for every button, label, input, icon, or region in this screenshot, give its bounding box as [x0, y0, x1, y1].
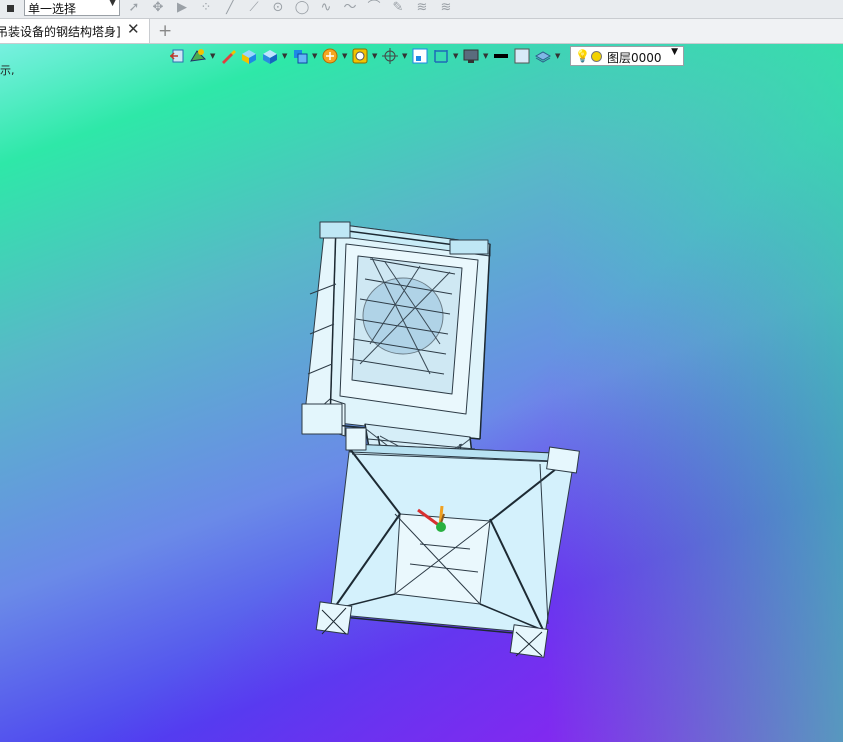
close-icon[interactable]: ✕ [127, 20, 140, 38]
3d-viewport[interactable]: 示, ▼ ▼ ▼ ▼ ▼ ▼ ▼ ▼ ▼ 💡 图层0000 ▼ [0, 44, 843, 742]
chevron-down-icon: ▼ [109, 0, 116, 8]
layer-stack-2-icon[interactable]: ≋ [438, 0, 454, 16]
steel-tower-model[interactable] [0, 44, 843, 742]
circle-icon[interactable]: ◯ [294, 0, 310, 16]
add-tab-button[interactable]: + [158, 21, 172, 41]
point-snap-icon[interactable]: ⁘ [198, 0, 214, 16]
arc-icon[interactable]: ⌒ [366, 0, 382, 16]
document-tab-bar: 吊装设备的钢结构塔身] ✕ + [0, 19, 843, 44]
line-icon[interactable]: ╱ [222, 0, 238, 16]
circle-center-icon[interactable]: ⊙ [270, 0, 286, 16]
tower-model-group [301, 221, 580, 658]
document-tab-title: 吊装设备的钢结构塔身] [0, 25, 121, 39]
stop-icon[interactable] [4, 2, 16, 14]
selection-mode-dropdown[interactable]: 单一选择 ▼ [24, 0, 120, 16]
play-icon[interactable]: ▶ [174, 0, 190, 16]
document-tab[interactable]: 吊装设备的钢结构塔身] ✕ [0, 19, 150, 43]
selection-mode-value: 单一选择 [28, 2, 77, 16]
pen-icon[interactable]: ✎ [390, 0, 406, 16]
line-end-icon[interactable]: ⟋ [246, 0, 262, 16]
pick-filter-icon[interactable]: ✥ [150, 0, 166, 16]
cursor-arrow-icon[interactable]: ➚ [126, 0, 142, 16]
selection-toolbar: 单一选择 ▼ ➚ ✥ ▶ ⁘ ╱ ⟋ ⊙ ◯ ∿ 〜 ⌒ ✎ ≋ ≋ [0, 0, 843, 19]
spline-icon[interactable]: 〜 [342, 0, 358, 16]
curve-icon[interactable]: ∿ [318, 0, 334, 16]
layer-stack-icon[interactable]: ≋ [414, 0, 430, 16]
